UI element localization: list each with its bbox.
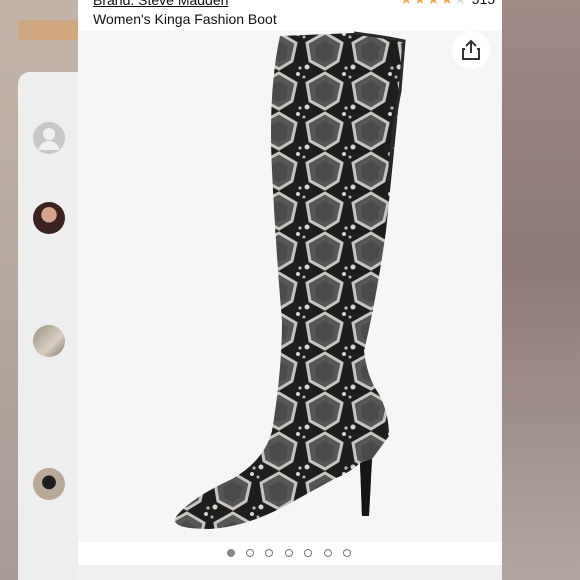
carousel-dots: [78, 545, 502, 563]
rating[interactable]: ★★★★★ 515: [400, 0, 495, 8]
carousel-dot[interactable]: [227, 549, 235, 557]
avatar[interactable]: [33, 325, 65, 357]
avatar-placeholder[interactable]: [33, 122, 65, 154]
bottom-bar: [78, 565, 502, 580]
share-icon: [462, 39, 480, 60]
product-title: Women's Kinga Fashion Boot: [93, 11, 277, 27]
carousel-dot[interactable]: [343, 549, 351, 557]
avatar[interactable]: [33, 202, 65, 234]
user-icon: [33, 122, 65, 154]
background-stripe: [18, 20, 80, 40]
rating-stars: ★★★★★: [400, 0, 468, 7]
carousel-dot[interactable]: [285, 549, 293, 557]
boot-image: [174, 31, 406, 529]
carousel-dot[interactable]: [246, 549, 254, 557]
carousel-dot[interactable]: [265, 549, 273, 557]
carousel-dot[interactable]: [324, 549, 332, 557]
product-card: Brand: Steve Madden ★★★★★ 515 Women's Ki…: [78, 0, 502, 580]
background-right: [500, 0, 580, 580]
share-button[interactable]: [452, 31, 490, 69]
product-image[interactable]: [78, 31, 502, 542]
carousel-dot[interactable]: [304, 549, 312, 557]
avatar[interactable]: [33, 468, 65, 500]
brand-link[interactable]: Brand: Steve Madden: [93, 0, 228, 8]
rating-count: 515: [472, 0, 495, 7]
